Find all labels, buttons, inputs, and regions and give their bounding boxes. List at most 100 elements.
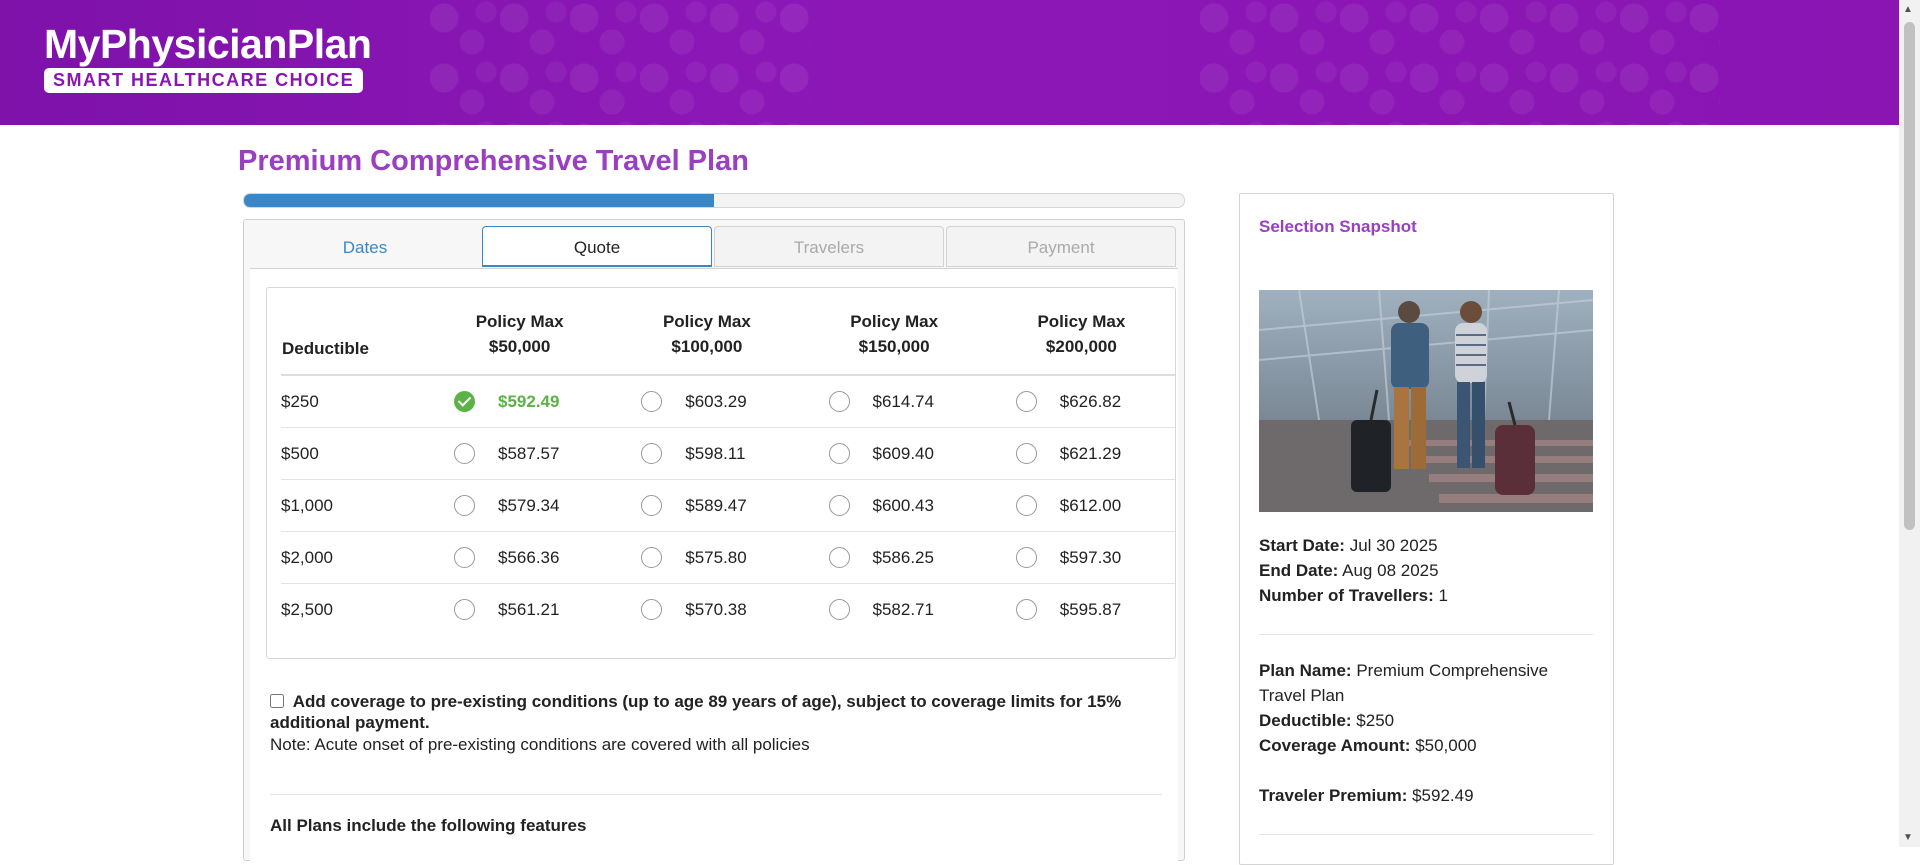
preexisting-note: Note: Acute onset of pre-existing condit… [270, 735, 810, 754]
policy-max-header: Policy Max $50,000 [426, 294, 614, 376]
tab-content: Deductible Policy Max $50,000 Policy Max $… [250, 268, 1178, 861]
preexisting-label[interactable]: Add coverage to pre-existing conditions … [270, 692, 1121, 732]
price-option[interactable]: $575.80 [613, 547, 800, 568]
price-option[interactable]: $566.36 [426, 547, 613, 568]
price-option[interactable]: $586.25 [801, 547, 988, 568]
plan-name-label: Plan Name: [1259, 661, 1352, 680]
start-date-value: Jul 30 2025 [1349, 536, 1438, 555]
tab-quote[interactable]: Quote [482, 226, 712, 267]
divider [270, 794, 1162, 795]
radio-button[interactable] [828, 495, 850, 516]
radio-button[interactable] [1015, 547, 1037, 568]
preexisting-checkbox[interactable] [270, 694, 284, 708]
premium-row: Traveler Premium: $592.49 [1259, 783, 1593, 808]
snapshot-divider [1259, 834, 1593, 835]
quote-table: Deductible Policy Max $50,000 Policy Max $… [281, 294, 1175, 635]
trip-details: Start Date: Jul 30 2025 End Date: Aug 08… [1259, 533, 1593, 608]
price-option[interactable]: $603.29 [613, 391, 800, 412]
end-date-label: End Date: [1259, 561, 1339, 580]
policy-max-amount: $50,000 [488, 337, 551, 356]
radio-button[interactable] [454, 599, 475, 620]
price-value: $587.57 [498, 443, 560, 463]
header-pattern [430, 0, 810, 125]
step-tabs: Dates Quote Travelers Payment [250, 226, 1178, 268]
policy-max-header: Policy Max $200,000 [987, 294, 1175, 376]
plan-name-row: Plan Name: Premium Comprehensive Travel … [1259, 658, 1593, 708]
radio-button[interactable] [828, 599, 850, 620]
scrollbar-thumb[interactable] [1904, 22, 1915, 530]
price-option[interactable]: $579.34 [426, 495, 613, 516]
policy-max-amount: $100,000 [671, 337, 743, 356]
radio-button[interactable] [641, 547, 663, 568]
table-row: $2,500 $561.21 $570.38 $582.71 $595.87 [281, 584, 1175, 636]
plan-details: Plan Name: Premium Comprehensive Travel … [1259, 658, 1593, 808]
price-option[interactable]: $598.11 [613, 443, 800, 464]
price-value: $603.29 [685, 391, 747, 411]
preexisting-option: Add coverage to pre-existing conditions … [270, 691, 1170, 755]
quote-table-box: Deductible Policy Max $50,000 Policy Max $… [266, 287, 1176, 659]
price-value: $582.71 [872, 599, 934, 619]
tab-dates[interactable]: Dates [250, 226, 480, 267]
policy-max-amount: $200,000 [1045, 337, 1117, 356]
radio-button[interactable] [828, 547, 850, 568]
price-option[interactable]: $595.87 [988, 599, 1175, 620]
radio-button[interactable] [641, 599, 663, 620]
radio-button[interactable] [454, 547, 475, 568]
scroll-down-arrow-icon[interactable]: ▼ [1903, 832, 1913, 843]
price-option[interactable]: $609.40 [801, 443, 988, 464]
price-option[interactable]: $597.30 [988, 547, 1175, 568]
price-option[interactable]: $592.49 [426, 391, 613, 412]
selection-snapshot: Selection Snapshot Start Date: Jul 30 20… [1239, 193, 1614, 865]
price-value: $626.82 [1059, 391, 1122, 411]
deductible-cell: $1,000 [281, 479, 426, 532]
price-option[interactable]: $600.43 [801, 495, 988, 516]
price-option[interactable]: $614.74 [801, 391, 988, 412]
travel-couple-photo [1259, 290, 1593, 512]
radio-button[interactable] [641, 391, 663, 412]
price-value: $612.00 [1059, 495, 1122, 515]
travellers-row: Number of Travellers: 1 [1259, 583, 1593, 608]
price-value: $570.38 [685, 599, 747, 619]
radio-button[interactable] [454, 495, 475, 516]
deductible-cell: $2,500 [281, 599, 333, 619]
price-option[interactable]: $561.21 [426, 599, 613, 620]
policy-max-amount: $150,000 [858, 337, 930, 356]
policy-max-header: Policy Max $150,000 [800, 294, 988, 376]
radio-button[interactable] [828, 443, 850, 464]
price-option[interactable]: $589.47 [613, 495, 800, 516]
logo[interactable]: MyPhysicianPlan SMART HEALTHCARE CHOICE [44, 22, 372, 93]
coverage-row: Coverage Amount: $50,000 [1259, 733, 1593, 758]
price-value: $597.30 [1059, 547, 1122, 567]
price-value: $621.29 [1059, 443, 1122, 463]
scroll-up-arrow-icon[interactable]: ▲ [1903, 4, 1913, 15]
price-option[interactable]: $612.00 [988, 495, 1175, 516]
progress-bar [243, 193, 1185, 208]
policy-max-label: Policy Max [1037, 312, 1126, 331]
price-value: $566.36 [498, 547, 560, 567]
price-option[interactable]: $582.71 [801, 599, 988, 620]
checked-radio-icon[interactable] [454, 391, 475, 412]
radio-button[interactable] [641, 443, 663, 464]
features-heading: All Plans include the following features [270, 816, 587, 835]
radio-button[interactable] [1015, 391, 1037, 412]
start-date-row: Start Date: Jul 30 2025 [1259, 533, 1593, 558]
logo-tagline: SMART HEALTHCARE CHOICE [44, 68, 364, 93]
price-value: $575.80 [685, 547, 747, 567]
price-option[interactable]: $621.29 [988, 443, 1175, 464]
price-value: $589.47 [685, 495, 747, 515]
tab-travelers[interactable]: Travelers [714, 226, 944, 267]
scrollbar[interactable]: ▲ ▼ [1899, 0, 1920, 847]
radio-button[interactable] [454, 443, 475, 464]
deductible-row: Deductible: $250 [1259, 708, 1593, 733]
radio-button[interactable] [641, 495, 663, 516]
radio-button[interactable] [1015, 599, 1037, 620]
price-option[interactable]: $570.38 [613, 599, 800, 620]
policy-max-label: Policy Max [475, 312, 564, 331]
radio-button[interactable] [1015, 443, 1037, 464]
price-option[interactable]: $587.57 [426, 443, 613, 464]
tab-payment[interactable]: Payment [946, 226, 1176, 267]
radio-button[interactable] [1015, 495, 1037, 516]
radio-button[interactable] [828, 391, 850, 412]
price-option[interactable]: $626.82 [988, 391, 1175, 412]
site-header: MyPhysicianPlan SMART HEALTHCARE CHOICE [0, 0, 1899, 125]
